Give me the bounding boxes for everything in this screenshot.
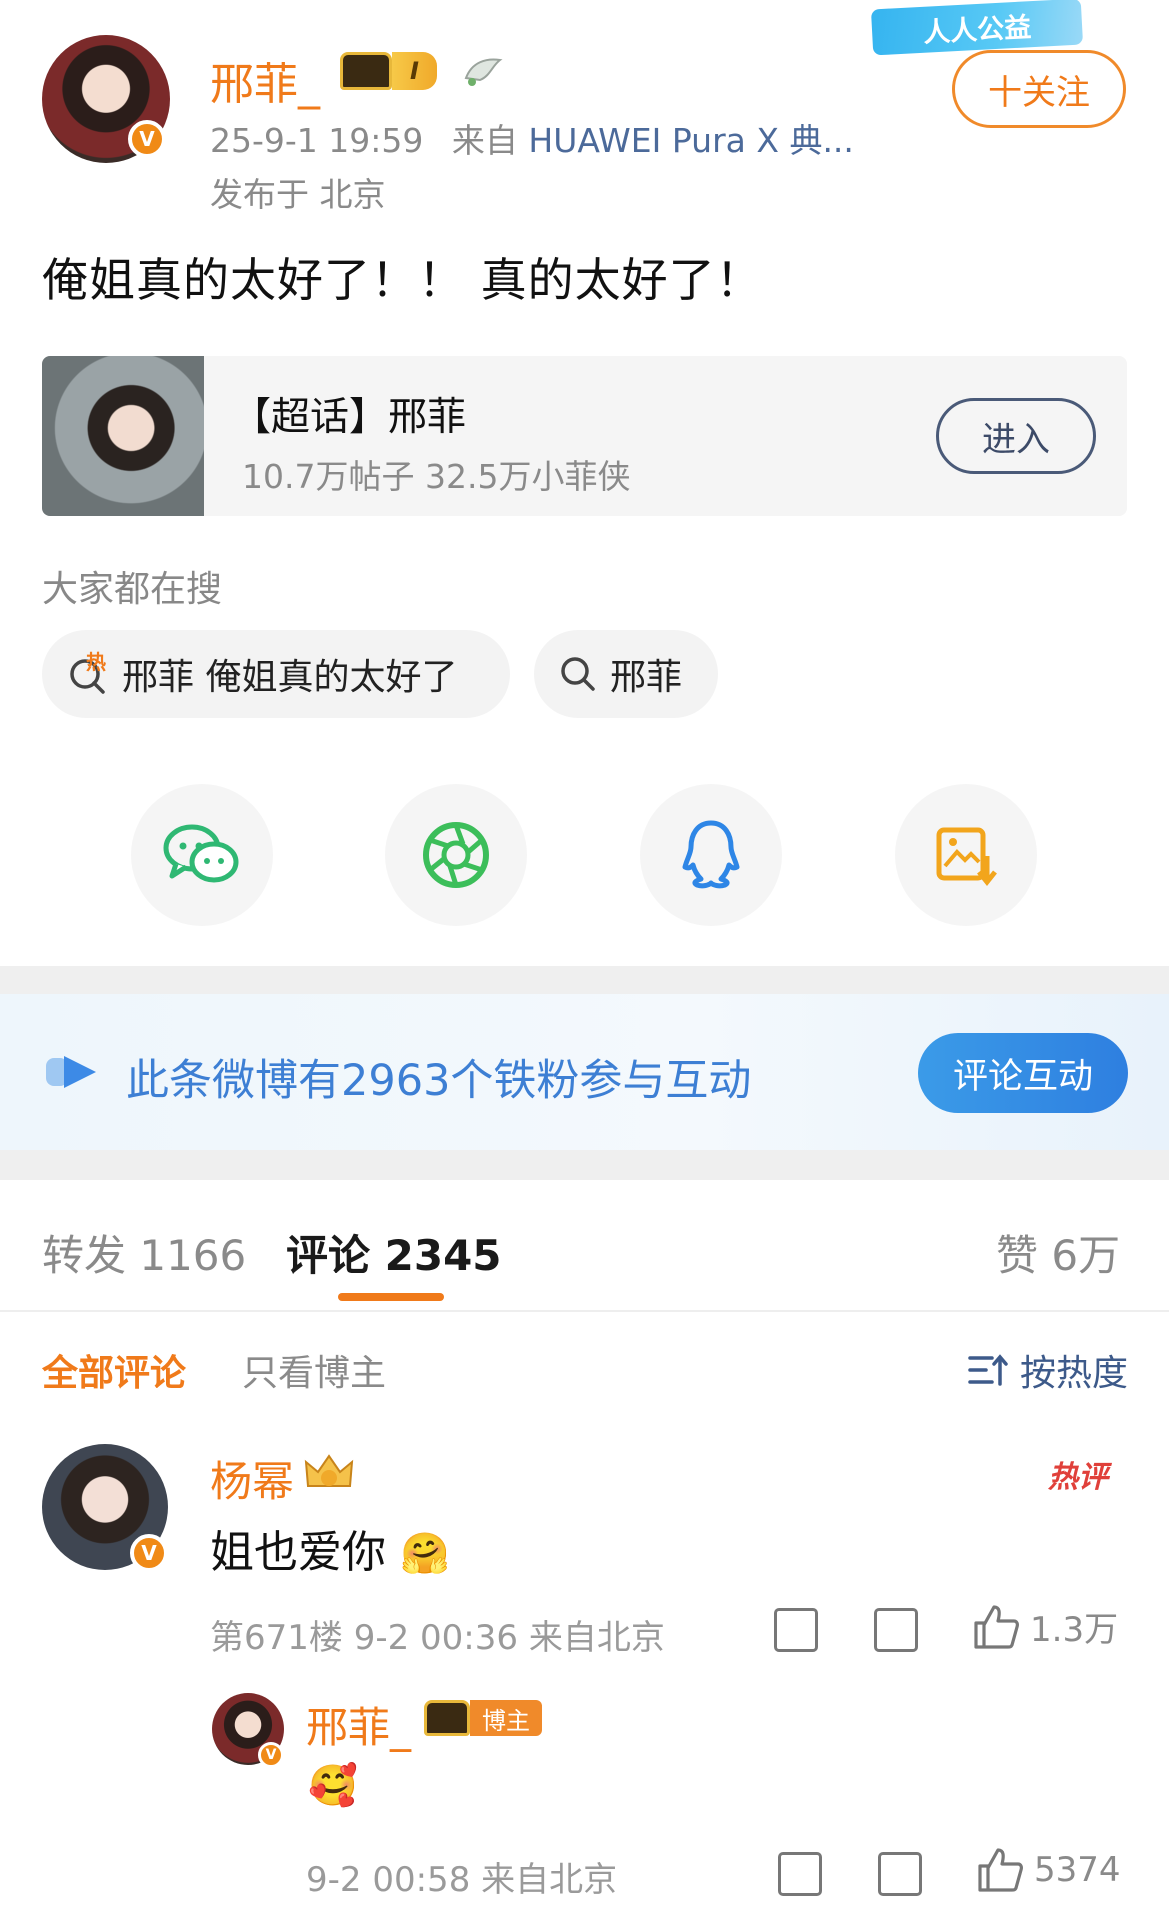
search-chip-hot[interactable]: 热 邢菲 俺姐真的太好了 — [42, 630, 510, 718]
search-chip[interactable]: 邢菲 — [534, 630, 718, 718]
comment-text: 姐也爱你 🤗 — [210, 1516, 450, 1580]
thumbs-up-icon — [978, 1848, 1023, 1892]
post-timestamp: 25-9-1 19:59 — [210, 121, 424, 160]
supertopic-thumbnail — [42, 356, 204, 516]
comment-interaction-button[interactable]: 评论互动 — [918, 1033, 1128, 1113]
sort-by-hot-button[interactable]: 按热度 — [968, 1344, 1128, 1396]
fan-crown-icon — [302, 1452, 356, 1492]
crown-icon — [340, 52, 392, 90]
search-icon — [558, 654, 598, 694]
sort-label: 按热度 — [1020, 1353, 1129, 1394]
post-location: 发布于 北京 — [210, 175, 386, 214]
supertopic-card[interactable]: 【超话】邢菲 10.7万帖子 32.5万小菲侠 进入 — [42, 356, 1127, 516]
filter-all-comments[interactable]: 全部评论 — [42, 1344, 186, 1396]
blogger-tag: 博主 — [470, 1700, 542, 1736]
author-username[interactable]: 邢菲_ — [210, 48, 320, 112]
fan-interaction-text: 此条微博有2963个铁粉参与互动 — [126, 1056, 752, 1106]
like-reply-button[interactable]: 5374 — [976, 1846, 1121, 1894]
sort-icon — [968, 1354, 1008, 1386]
dove-icon — [462, 50, 504, 92]
like-comment-button[interactable]: 1.3万 — [972, 1602, 1118, 1651]
section-divider — [0, 966, 1169, 994]
filter-blogger-only[interactable]: 只看博主 — [242, 1344, 386, 1396]
save-image-button[interactable] — [895, 784, 1037, 926]
supertopic-stats: 10.7万帖子 32.5万小菲侠 — [242, 457, 631, 496]
post-source-prefix: 来自 — [451, 121, 518, 160]
comment-meta: 第671楼 9-2 00:36 来自北京 — [210, 1618, 665, 1658]
fan-arrow-icon — [46, 1054, 102, 1090]
active-tab-indicator — [338, 1293, 444, 1301]
reply-comment-icon[interactable] — [874, 1608, 918, 1652]
share-wechat-button[interactable] — [131, 784, 273, 926]
tab-comments[interactable]: 评论 2345 — [286, 1222, 502, 1283]
trending-search-label: 大家都在搜 — [42, 569, 223, 610]
post-meta: 25-9-1 19:59 来自 HUAWEI Pura X 典... — [210, 114, 854, 162]
share-moments-button[interactable] — [385, 784, 527, 926]
share-qq-button[interactable] — [640, 784, 782, 926]
qq-icon — [682, 820, 740, 889]
supertopic-title: 【超话】邢菲 — [232, 395, 467, 440]
tab-divider — [0, 1310, 1169, 1312]
verified-badge-icon: V — [258, 1742, 284, 1768]
hot-badge: 热 — [86, 650, 106, 674]
verified-badge-icon: V — [128, 120, 166, 158]
repost-comment-icon[interactable] — [774, 1608, 818, 1652]
section-divider — [0, 1150, 1169, 1180]
post-body-text: 俺姐真的太好了！！ 真的太好了！ — [42, 253, 763, 307]
thumbs-up-icon — [974, 1604, 1019, 1649]
reply-username[interactable]: 邢菲_ — [306, 1694, 411, 1755]
repost-reply-icon[interactable] — [778, 1852, 822, 1896]
charity-promo-banner[interactable]: 人人公益 — [870, 0, 1084, 56]
search-chip-text: 邢菲 俺姐真的太好了 — [122, 657, 458, 698]
hug-emoji: 🤗 — [400, 1531, 450, 1577]
tab-repost[interactable]: 转发 1166 — [42, 1222, 246, 1283]
like-count: 5374 — [1034, 1850, 1121, 1890]
like-count: 1.3万 — [1030, 1610, 1119, 1650]
verified-badge-icon: V — [130, 1534, 168, 1572]
post-device[interactable]: HUAWEI Pura X 典... — [528, 121, 854, 160]
crown-icon — [424, 1700, 470, 1736]
hot-search-icon: 热 — [66, 650, 110, 696]
commenter-username[interactable]: 杨幂 — [210, 1448, 294, 1509]
supertopic-enter-button[interactable]: 进入 — [936, 398, 1096, 474]
love-emoji: 🥰 — [308, 1763, 358, 1809]
search-chip-text: 邢菲 — [610, 657, 683, 698]
level-badge: I — [392, 52, 437, 90]
reply-reply-icon[interactable] — [878, 1852, 922, 1896]
save-image-icon — [936, 827, 997, 887]
wechat-icon — [163, 824, 239, 883]
comment-body: 姐也爱你 — [210, 1527, 386, 1578]
hot-comment-tag: 热评 — [1048, 1460, 1108, 1495]
moments-icon — [423, 822, 489, 888]
reply-meta: 9-2 00:58 来自北京 — [306, 1860, 618, 1900]
tab-likes[interactable]: 赞 6万 — [996, 1222, 1120, 1283]
follow-button[interactable]: 十关注 — [952, 50, 1126, 128]
